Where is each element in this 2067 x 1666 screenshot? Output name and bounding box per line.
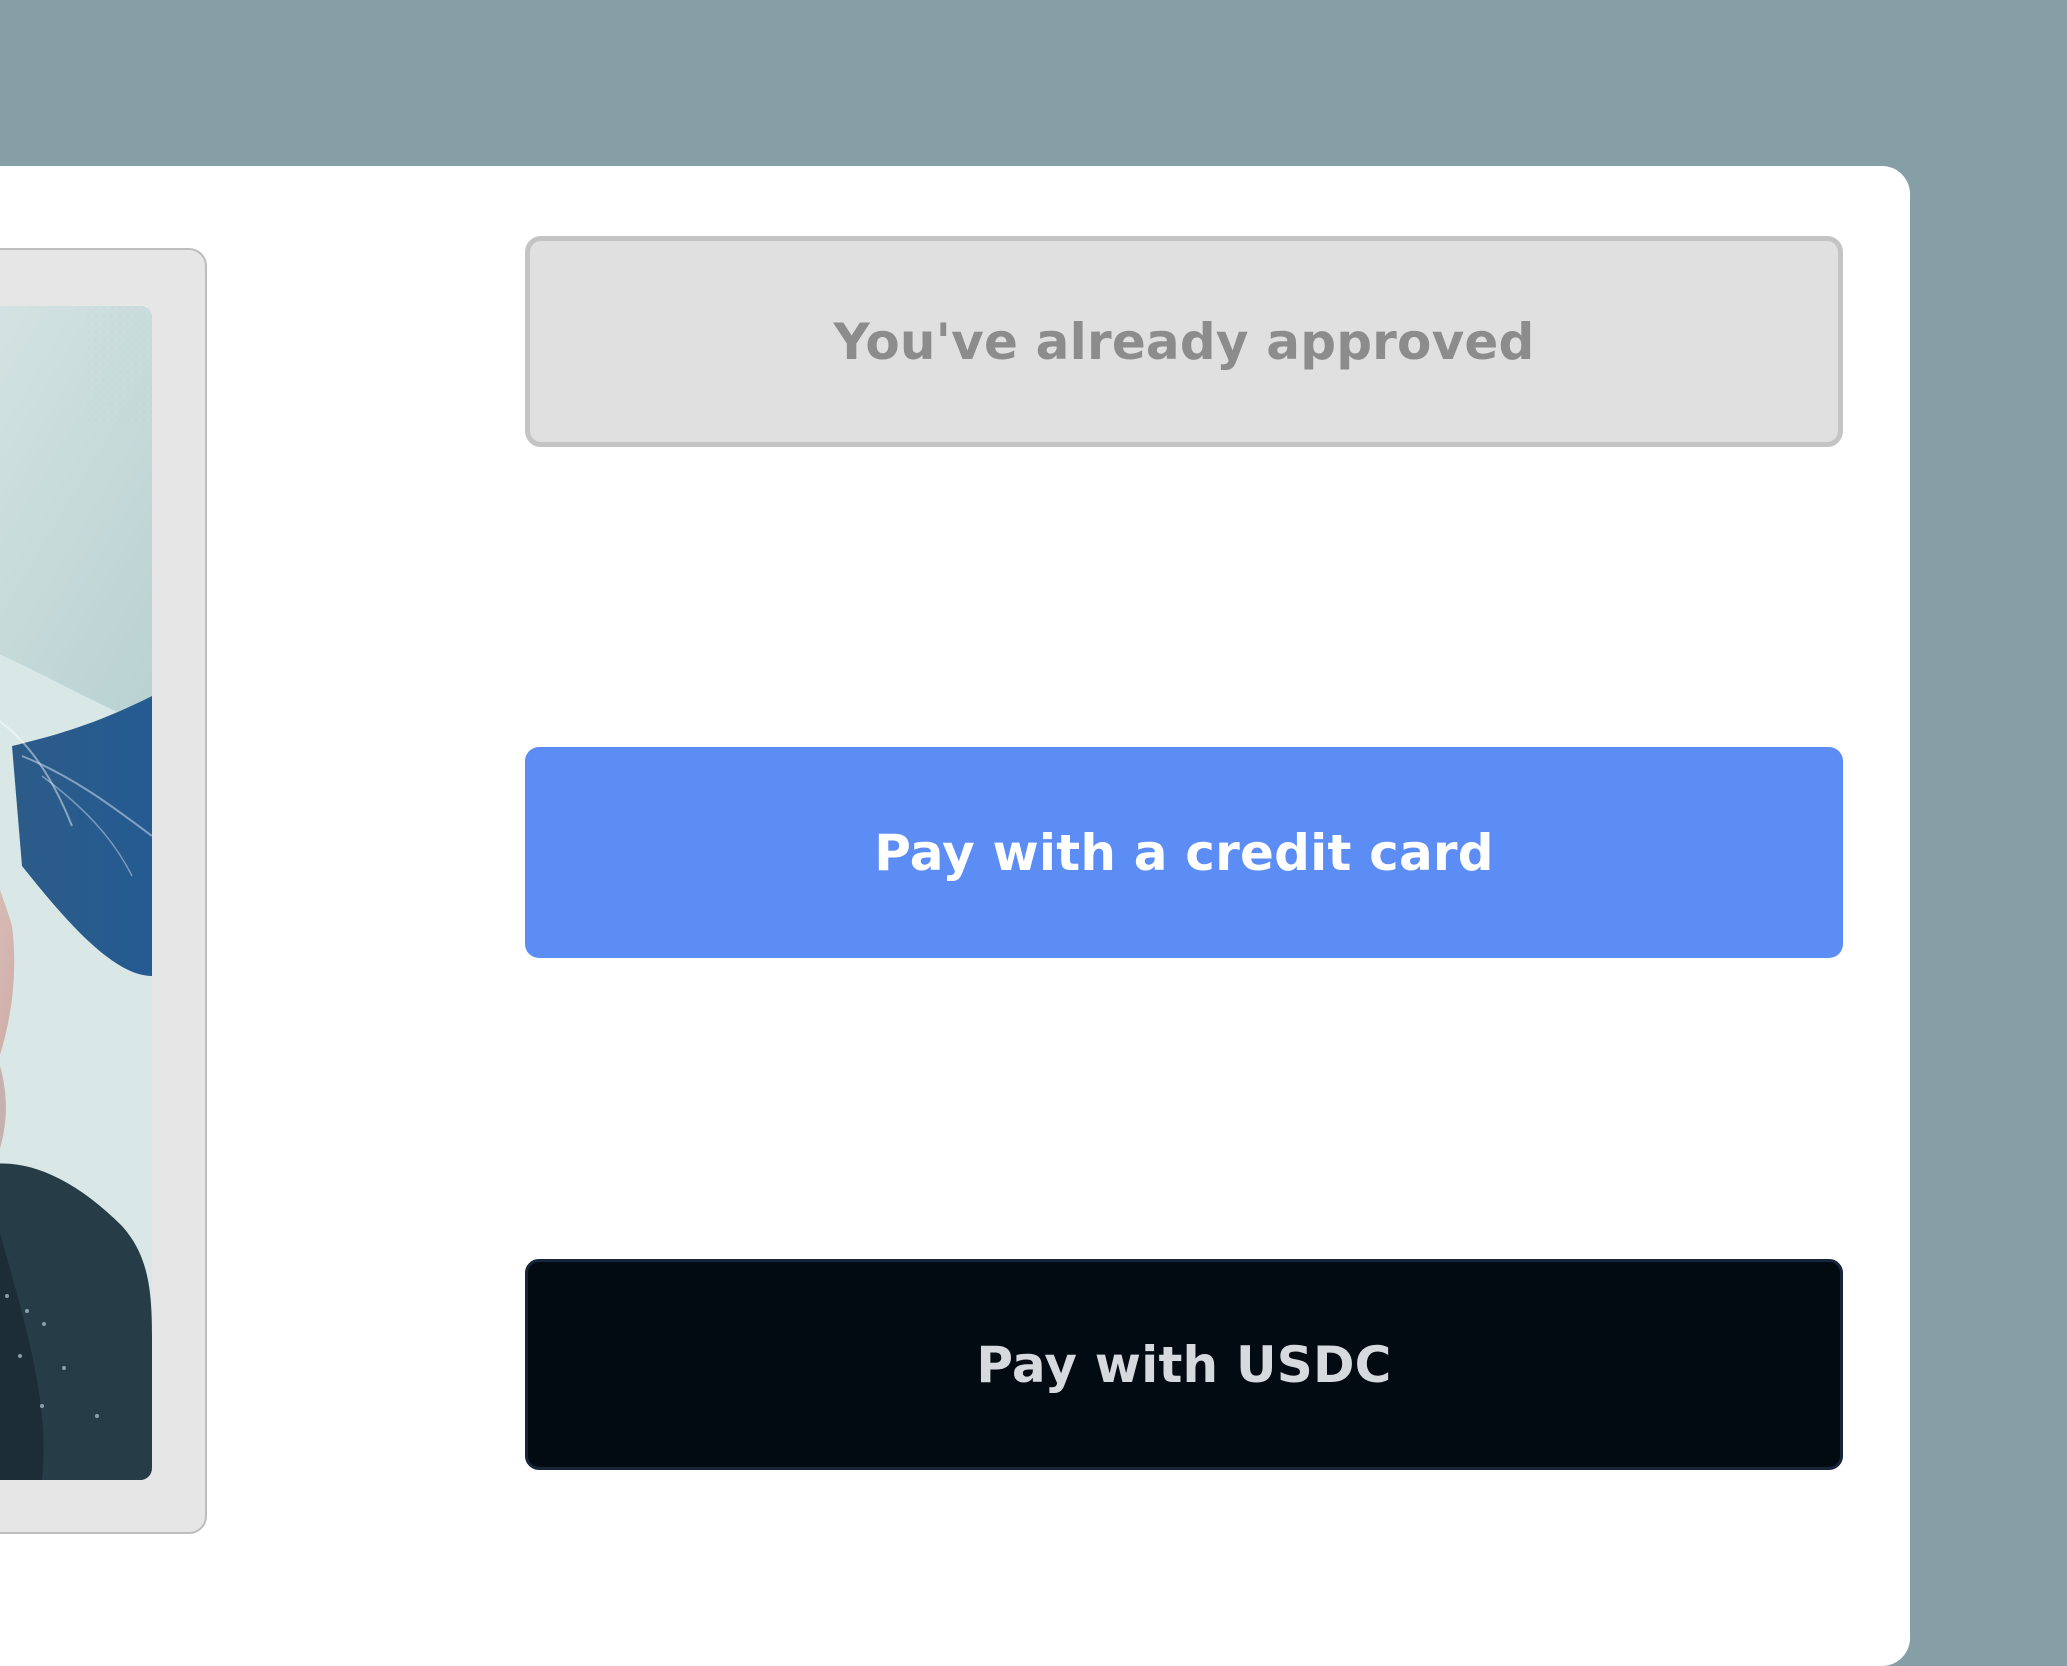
nft-artwork-image (0, 306, 152, 1480)
checkout-panel: You've already approved Pay with a credi… (0, 166, 1910, 1666)
pay-with-usdc-button[interactable]: Pay with USDC (525, 1259, 1843, 1470)
pay-with-credit-card-button[interactable]: Pay with a credit card (525, 747, 1843, 958)
already-approved-button[interactable]: You've already approved (525, 236, 1843, 447)
nft-image-card (0, 248, 207, 1534)
